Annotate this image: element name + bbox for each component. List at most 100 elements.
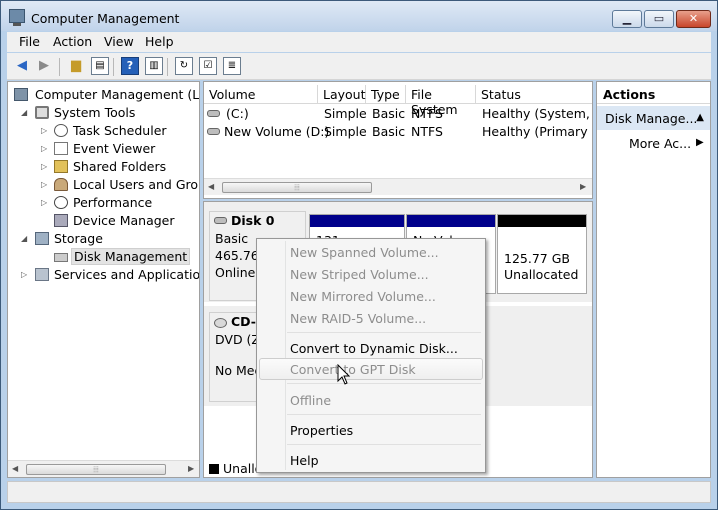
tree-item-label: Device Manager xyxy=(73,213,175,228)
refresh-icon[interactable]: ↻ xyxy=(175,57,193,75)
scrollbar-thumb[interactable]: ⦙⦙⦙ xyxy=(26,464,166,475)
menu-item-new-raid5-volume[interactable]: New RAID-5 Volume... xyxy=(259,307,483,329)
performance-icon xyxy=(54,196,68,209)
mouse-cursor-icon xyxy=(337,364,351,385)
services-icon xyxy=(35,268,49,281)
menu-file[interactable]: File xyxy=(19,34,40,49)
tree-item-label: Services and Applications xyxy=(54,267,200,282)
expand-icon[interactable]: ▷ xyxy=(41,126,50,135)
menu-view[interactable]: View xyxy=(104,34,134,49)
storage-icon xyxy=(35,232,49,245)
volume-layout: Simple xyxy=(324,106,367,121)
column-header-status[interactable]: Status xyxy=(476,85,592,104)
menu-item-convert-to-gpt-disk[interactable]: Convert to GPT Disk xyxy=(259,358,483,380)
actions-section-label: Disk Manage... xyxy=(605,111,698,126)
volume-horizontal-scrollbar[interactable]: ◀ ⦙⦙⦙ ▶ xyxy=(204,178,592,195)
menu-item-properties[interactable]: Properties xyxy=(259,419,483,441)
expand-icon[interactable]: ▷ xyxy=(41,162,50,171)
forward-arrow-icon[interactable]: ▶ xyxy=(35,57,53,75)
expand-icon[interactable]: ▷ xyxy=(21,270,30,279)
collapse-icon[interactable]: ◢ xyxy=(21,108,30,117)
menu-action[interactable]: Action xyxy=(53,34,92,49)
toolbar-separator xyxy=(59,58,60,76)
clock-icon xyxy=(54,124,68,137)
scroll-right-icon[interactable]: ▶ xyxy=(580,182,586,191)
volume-file-system: NTFS xyxy=(411,106,443,121)
context-menu: New Spanned Volume... New Striped Volume… xyxy=(256,238,486,473)
legend: Unallo xyxy=(209,461,262,476)
volume-icon xyxy=(207,128,220,135)
tree-item-label: Task Scheduler xyxy=(73,123,167,138)
disk-name: Disk 0 xyxy=(231,213,275,228)
back-arrow-icon[interactable]: ◀ xyxy=(13,57,31,75)
status-bar xyxy=(7,481,711,503)
computer-management-icon xyxy=(9,9,25,26)
expand-icon[interactable]: ▷ xyxy=(41,198,50,207)
volume-icon xyxy=(207,110,220,117)
disk-icon xyxy=(54,253,68,262)
menu-item-new-mirrored-volume[interactable]: New Mirrored Volume... xyxy=(259,285,483,307)
expand-icon[interactable]: ▷ xyxy=(41,144,50,153)
tree-item-label: Local Users and Groups xyxy=(73,177,199,192)
tree-item-label: Storage xyxy=(54,231,103,246)
menu-separator xyxy=(287,383,481,384)
legend-swatch xyxy=(209,464,219,474)
menu-item-offline[interactable]: Offline xyxy=(259,389,483,411)
expand-icon[interactable]: ▷ xyxy=(41,180,50,189)
menu-separator xyxy=(287,444,481,445)
toolbar: ◀ ▶ ▆ ▤ ? ▥ ↻ ☑ ≣ xyxy=(7,53,711,80)
cdrom-icon xyxy=(214,318,227,328)
scroll-left-icon[interactable]: ◀ xyxy=(208,182,214,191)
column-header-volume[interactable]: Volume xyxy=(204,85,318,104)
menu-item-help[interactable]: Help xyxy=(259,449,483,471)
scroll-left-icon[interactable]: ◀ xyxy=(12,464,18,473)
unallocated-size: 125.77 GB xyxy=(504,251,570,266)
close-button[interactable]: ✕ xyxy=(676,10,711,28)
computer-icon xyxy=(14,88,28,101)
column-header-type[interactable]: Type xyxy=(366,85,406,104)
show-action-pane-icon[interactable]: ▥ xyxy=(145,57,163,75)
volume-layout: Simple xyxy=(324,124,367,139)
volume-status: Healthy (Primary Par xyxy=(482,124,592,139)
scrollbar-thumb[interactable]: ⦙⦙⦙ xyxy=(222,182,372,193)
volume-name[interactable]: (C:) xyxy=(226,106,249,121)
menu-item-convert-to-dynamic-disk[interactable]: Convert to Dynamic Disk... xyxy=(259,337,483,359)
event-viewer-icon xyxy=(54,142,68,155)
more-actions-item[interactable]: More Ac... xyxy=(629,136,691,151)
unallocated-label: Unallocated xyxy=(504,267,579,282)
window-title: Computer Management xyxy=(31,11,180,26)
properties-icon[interactable]: ☑ xyxy=(199,57,217,75)
column-header-file-system[interactable]: File System xyxy=(406,85,476,117)
volume-status: Healthy (System, Boo xyxy=(482,106,592,121)
actions-pane: Actions Disk Manage... ▲ More Ac... ▶ xyxy=(596,81,711,478)
shared-folder-icon xyxy=(54,160,68,173)
menu-item-new-striped-volume[interactable]: New Striped Volume... xyxy=(259,263,483,285)
column-header-layout[interactable]: Layout xyxy=(318,85,366,104)
maximize-button[interactable]: ▭ xyxy=(644,10,674,28)
volume-name[interactable]: New Volume (D:) xyxy=(224,124,329,139)
menu-item-new-spanned-volume[interactable]: New Spanned Volume... xyxy=(259,241,483,263)
tree-item-label: Disk Management xyxy=(71,248,191,265)
title-bar[interactable]: Computer Management ▁ ▭ ✕ xyxy=(1,1,717,31)
tools-icon xyxy=(35,106,49,119)
checklist-icon[interactable]: ≣ xyxy=(223,57,241,75)
disk-type: Basic xyxy=(215,231,249,246)
toolbar-separator xyxy=(167,58,168,76)
volume-type: Basic xyxy=(372,106,406,121)
minimize-button[interactable]: ▁ xyxy=(612,10,642,28)
tree-horizontal-scrollbar[interactable]: ◀ ⦙⦙⦙ ▶ xyxy=(8,460,199,477)
scroll-right-icon[interactable]: ▶ xyxy=(188,464,194,473)
volume-type: Basic xyxy=(372,124,406,139)
actions-section-disk-management[interactable]: Disk Manage... ▲ xyxy=(597,106,710,130)
menu-separator xyxy=(287,414,481,415)
up-folder-icon[interactable]: ▆ xyxy=(67,57,85,75)
show-hide-tree-icon[interactable]: ▤ xyxy=(91,57,109,75)
computer-management-window: Computer Management ▁ ▭ ✕ File Action Vi… xyxy=(0,0,718,510)
collapse-section-icon[interactable]: ▲ xyxy=(696,112,704,123)
menu-help[interactable]: Help xyxy=(145,34,174,49)
partition-bar xyxy=(310,215,404,227)
actions-header: Actions xyxy=(597,82,710,104)
help-icon[interactable]: ? xyxy=(121,57,139,75)
collapse-icon[interactable]: ◢ xyxy=(21,234,30,243)
partition-unallocated[interactable]: 125.77 GB Unallocated xyxy=(497,214,587,294)
